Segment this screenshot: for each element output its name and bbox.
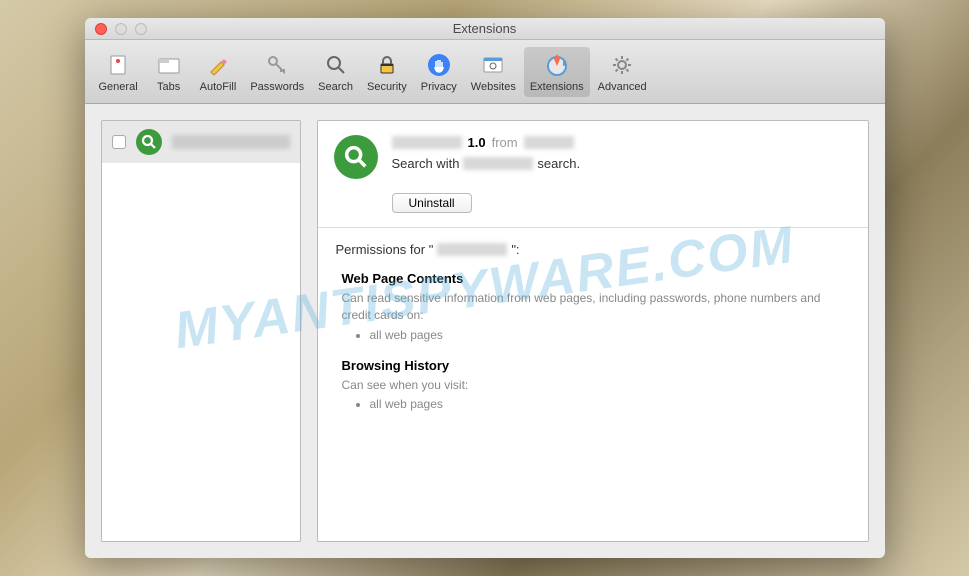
extension-author-redacted [524,136,574,149]
permission-item: all web pages [370,328,850,342]
detail-info: 1.0 from Search with search. [392,135,852,171]
toolbar-label: AutoFill [200,81,237,93]
permission-web-page-contents: Web Page Contents Can read sensitive inf… [336,271,850,342]
permission-list: all web pages [342,328,850,342]
permissions-section: Permissions for " ": Web Page Contents C… [318,228,868,441]
perms-title-suffix: ": [511,242,519,257]
tab-privacy[interactable]: Privacy [415,47,463,97]
permission-heading: Web Page Contents [342,271,850,286]
uninstall-button[interactable]: Uninstall [392,193,472,213]
extension-name-redacted [172,135,290,149]
perms-title-prefix: Permissions for " [336,242,434,257]
tab-advanced[interactable]: Advanced [592,47,653,97]
lock-icon [373,51,401,79]
tab-general[interactable]: General [93,47,144,97]
toolbar-label: Advanced [598,81,647,93]
extension-detail-panel: 1.0 from Search with search. Uninstall [317,120,869,542]
toolbar-label: Privacy [421,81,457,93]
extension-name-redacted [392,136,462,149]
permission-heading: Browsing History [342,358,850,373]
toolbar-label: Tabs [157,81,180,93]
tab-extensions[interactable]: Extensions [524,47,590,97]
extension-version: 1.0 [468,135,486,150]
content-area: 1.0 from Search with search. Uninstall [85,104,885,558]
key-icon [263,51,291,79]
permissions-title: Permissions for " ": [336,242,850,257]
toolbar-label: Passwords [250,81,304,93]
toolbar-label: Security [367,81,407,93]
desc-prefix: Search with [392,156,460,171]
tab-passwords[interactable]: Passwords [244,47,310,97]
websites-icon [479,51,507,79]
extension-list-item[interactable] [102,121,300,163]
uninstall-row: Uninstall [318,193,868,227]
titlebar: Extensions [85,18,885,40]
extension-detail-icon [334,135,378,179]
permission-browsing-history: Browsing History Can see when you visit:… [336,358,850,412]
tab-tabs[interactable]: Tabs [146,47,192,97]
detail-title-line: 1.0 from [392,135,852,150]
extension-icon [136,129,162,155]
detail-description: Search with search. [392,156,852,171]
extension-enable-checkbox[interactable] [112,135,126,149]
desc-suffix: search. [537,156,580,171]
extensions-icon [543,51,571,79]
permission-description: Can see when you visit: [342,377,850,394]
desc-name-redacted [463,157,533,170]
preferences-toolbar: General Tabs AutoFill Passwords Search [85,40,885,104]
permission-item: all web pages [370,397,850,411]
perms-name-redacted [437,243,507,256]
hand-icon [425,51,453,79]
preferences-window: Extensions General Tabs AutoFill Passwor… [85,18,885,558]
tab-websites[interactable]: Websites [465,47,522,97]
toolbar-label: General [99,81,138,93]
detail-header: 1.0 from Search with search. [318,121,868,193]
toolbar-label: Extensions [530,81,584,93]
extensions-sidebar [101,120,301,542]
permission-description: Can read sensitive information from web … [342,290,850,324]
gear-icon [608,51,636,79]
tab-security[interactable]: Security [361,47,413,97]
autofill-icon [204,51,232,79]
window-title: Extensions [85,21,885,36]
tabs-icon [155,51,183,79]
search-icon [322,51,350,79]
tab-search[interactable]: Search [312,47,359,97]
toolbar-label: Search [318,81,353,93]
toolbar-label: Websites [471,81,516,93]
general-icon [104,51,132,79]
permission-list: all web pages [342,397,850,411]
tab-autofill[interactable]: AutoFill [194,47,243,97]
from-label: from [492,135,518,150]
